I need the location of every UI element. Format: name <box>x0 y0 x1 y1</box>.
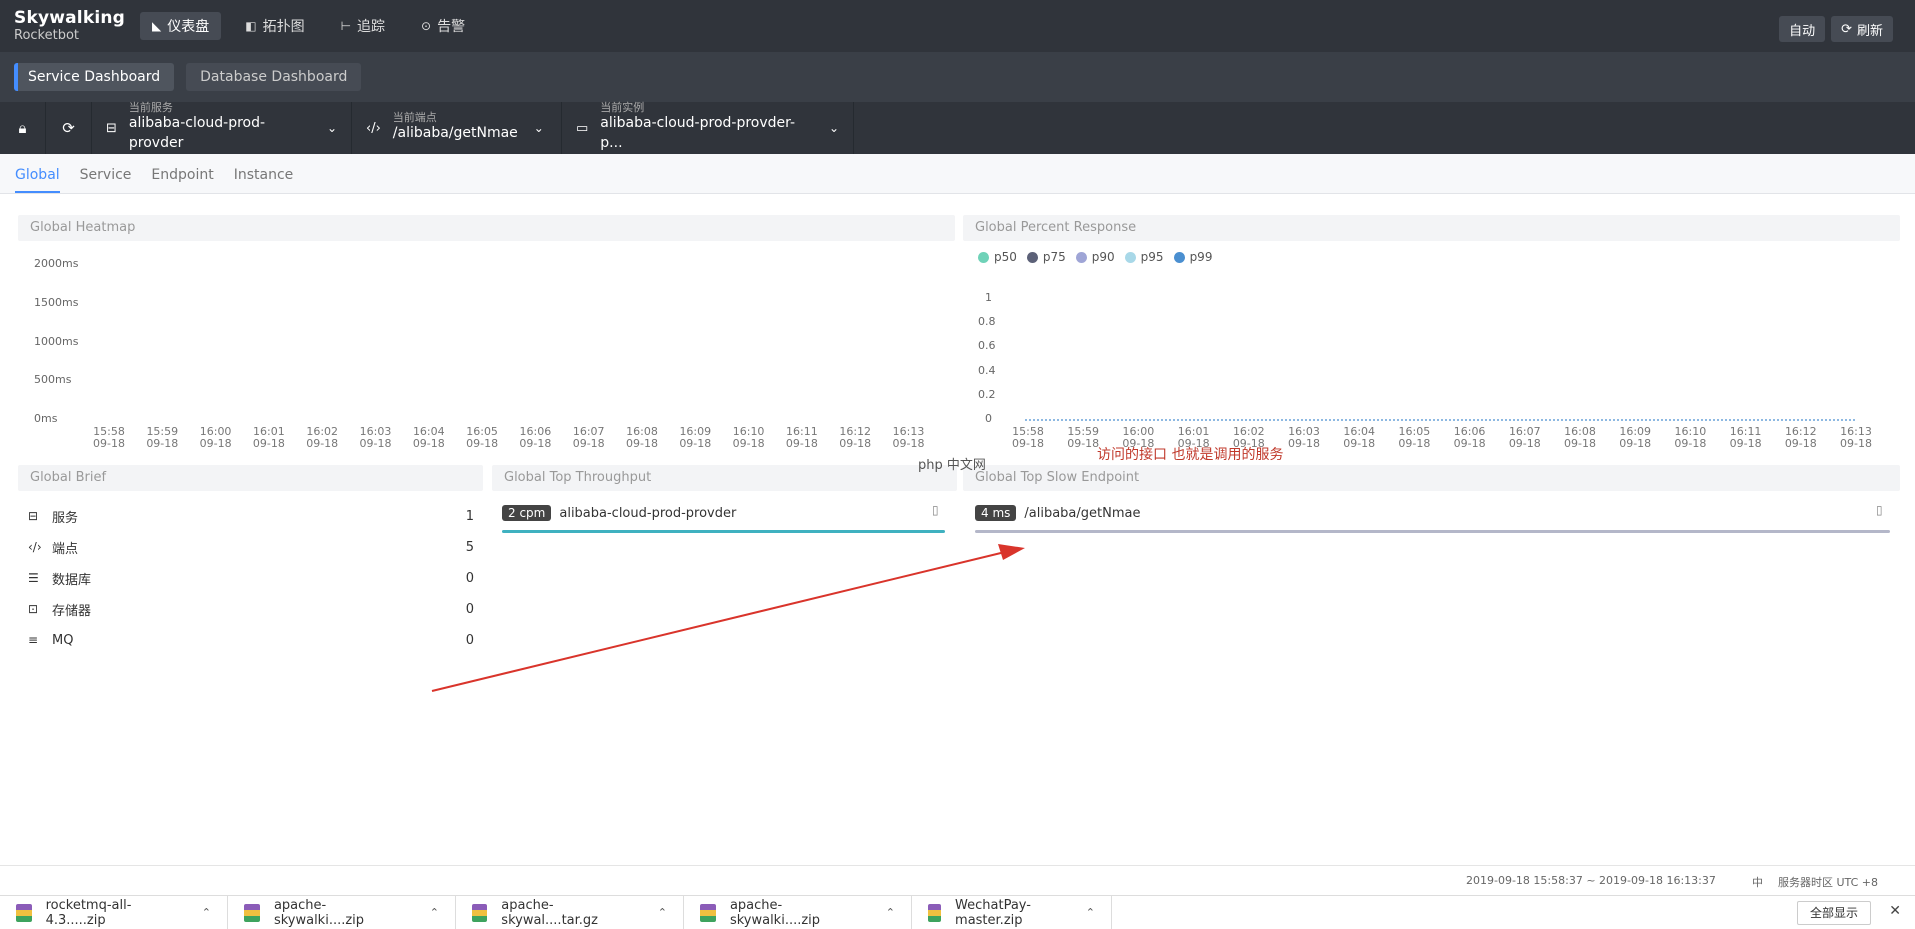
download-item[interactable]: WechatPay-master.zip ⌃ <box>912 895 1112 929</box>
download-item[interactable]: apache-skywalki....zip ⌃ <box>228 895 456 929</box>
arrow-head <box>998 544 1025 560</box>
download-item[interactable]: rocketmq-all-4.3.....zip ⌃ <box>0 895 228 929</box>
download-filename: rocketmq-all-4.3.....zip <box>45 897 132 928</box>
show-all-button[interactable]: 全部显示 <box>1796 901 1871 925</box>
annotation-arrow <box>431 544 1025 692</box>
download-item[interactable]: apache-skywalki....zip ⌃ <box>684 895 912 929</box>
download-bar: rocketmq-all-4.3.....zip ⌃ apache-skywalki… <box>0 895 1915 929</box>
chevron-up-icon[interactable]: ⌃ <box>886 906 895 919</box>
download-filename: WechatPay-master.zip <box>955 897 1031 928</box>
chevron-up-icon[interactable]: ⌃ <box>202 906 211 919</box>
chevron-up-icon[interactable]: ⌃ <box>430 906 439 919</box>
archive-icon <box>16 903 32 922</box>
download-item[interactable]: apache-skywal....tar.gz ⌃ <box>456 895 684 929</box>
archive-icon <box>928 903 942 922</box>
download-filename: apache-skywal....tar.gz <box>501 897 598 928</box>
archive-icon <box>472 903 488 922</box>
close-icon[interactable]: ✕ <box>1889 903 1901 919</box>
language-toggle[interactable]: 中 <box>1752 874 1763 890</box>
download-filename: apache-skywalki....zip <box>273 897 365 928</box>
archive-icon <box>244 903 260 922</box>
footer: 2019-09-18 15:58:37 ~ 2019-09-18 16:13:3… <box>0 865 1915 895</box>
arrow-shaft <box>431 551 1006 692</box>
download-filename: apache-skywalki....zip <box>729 897 821 928</box>
server-timezone: 服务器时区 UTC +8 <box>1778 876 1879 889</box>
download-list: rocketmq-all-4.3.....zip ⌃ apache-skywalki… <box>0 895 1112 929</box>
chevron-up-icon[interactable]: ⌃ <box>658 906 667 919</box>
chevron-up-icon[interactable]: ⌃ <box>1086 906 1095 919</box>
time-range[interactable]: 2019-09-18 15:58:37 ~ 2019-09-18 16:13:3… <box>1466 874 1716 887</box>
archive-icon <box>700 903 716 922</box>
